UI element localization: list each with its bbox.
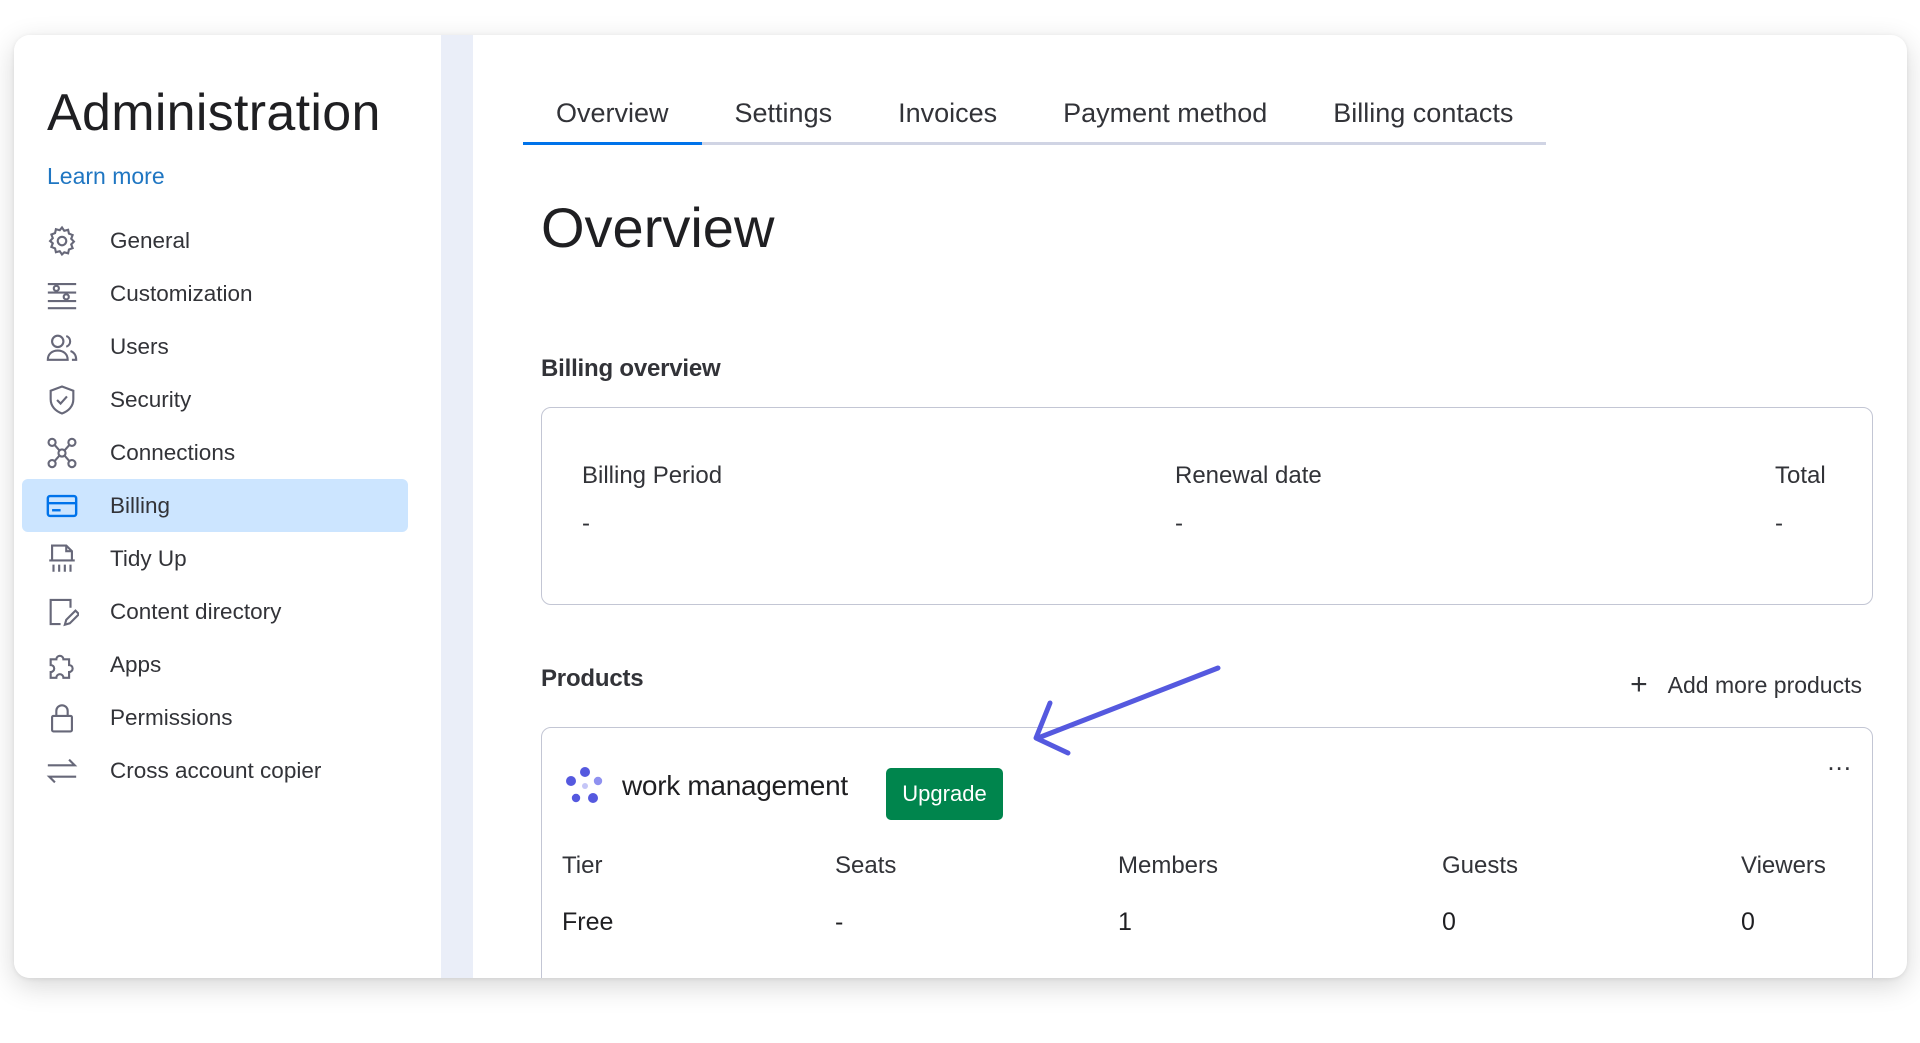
sidebar: Administration Learn more General Custom…: [14, 35, 441, 978]
sidebar-item-cross-account-copier[interactable]: Cross account copier: [22, 744, 408, 797]
main-content: Overview Settings Invoices Payment metho…: [473, 35, 1907, 978]
sidebar-item-label: Cross account copier: [110, 757, 322, 783]
renewal-date-label: Renewal date: [1175, 462, 1322, 489]
tab-settings[interactable]: Settings: [702, 85, 866, 142]
billing-period-column: Billing Period -: [582, 462, 722, 538]
sidebar-item-permissions[interactable]: Permissions: [22, 691, 408, 744]
renewal-date-value: -: [1175, 510, 1183, 537]
total-label: Total: [1775, 462, 1826, 489]
product-card: work management Upgrade ... Tier Free Se…: [541, 727, 1873, 978]
sidebar-item-label: Customization: [110, 280, 253, 306]
sidebar-title: Administration: [47, 84, 381, 142]
sidebar-item-apps[interactable]: Apps: [22, 638, 408, 691]
viewers-value: 0: [1741, 908, 1755, 936]
sidebar-item-label: Tidy Up: [110, 545, 187, 571]
products-title: Products: [541, 665, 644, 692]
sidebar-item-label: Users: [110, 333, 169, 359]
page-title: Overview: [541, 196, 775, 259]
tier-label: Tier: [562, 852, 603, 879]
seats-column: Seats -: [835, 852, 896, 937]
billing-overview-title: Billing overview: [541, 355, 721, 382]
billing-overview-card: Billing Period - Renewal date - Total -: [541, 407, 1873, 605]
billing-period-label: Billing Period: [582, 462, 723, 489]
tab-billing-contacts[interactable]: Billing contacts: [1300, 85, 1546, 142]
renewal-date-column: Renewal date -: [1175, 462, 1322, 538]
add-more-products-label: Add more products: [1667, 671, 1862, 698]
guests-value: 0: [1442, 908, 1456, 936]
viewers-column: Viewers 0: [1741, 852, 1826, 937]
tab-payment-method[interactable]: Payment method: [1030, 85, 1300, 142]
viewers-label: Viewers: [1741, 852, 1826, 879]
tab-overview[interactable]: Overview: [523, 85, 702, 145]
shield-icon: [44, 382, 80, 418]
sidebar-item-label: Permissions: [110, 704, 233, 730]
admin-window: Administration Learn more General Custom…: [14, 35, 1907, 978]
sliders-icon: [44, 276, 80, 312]
sidebar-item-customization[interactable]: Customization: [22, 267, 408, 320]
sidebar-item-general[interactable]: General: [22, 214, 408, 267]
members-column: Members 1: [1118, 852, 1218, 937]
tier-value: Free: [562, 908, 614, 936]
tab-bar: Overview Settings Invoices Payment metho…: [523, 85, 1547, 145]
admin-nav: General Customization Users Security Con…: [22, 214, 408, 797]
more-options-icon[interactable]: ...: [1827, 746, 1852, 777]
gear-icon: [44, 223, 80, 259]
sidebar-item-label: Billing: [110, 492, 171, 518]
sidebar-divider: [441, 35, 473, 978]
sidebar-item-content-directory[interactable]: Content directory: [22, 585, 408, 638]
transfer-arrows-icon: [44, 753, 80, 789]
plus-icon: +: [1630, 668, 1648, 701]
work-management-logo-icon: [566, 767, 603, 803]
connections-icon: [44, 435, 80, 471]
credit-card-icon: [44, 488, 80, 524]
tier-column: Tier Free: [562, 852, 613, 937]
sidebar-item-label: Security: [110, 386, 192, 412]
sidebar-item-label: General: [110, 227, 191, 253]
tab-invoices[interactable]: Invoices: [865, 85, 1030, 142]
members-label: Members: [1118, 852, 1219, 879]
seats-label: Seats: [835, 852, 897, 879]
members-value: 1: [1118, 908, 1132, 936]
content-directory-icon: [44, 594, 80, 630]
guests-column: Guests 0: [1442, 852, 1518, 937]
sidebar-item-users[interactable]: Users: [22, 320, 408, 373]
sidebar-item-label: Connections: [110, 439, 236, 465]
add-more-products-button[interactable]: + Add more products: [1630, 670, 1862, 700]
sidebar-item-security[interactable]: Security: [22, 373, 408, 426]
upgrade-button[interactable]: Upgrade: [886, 768, 1003, 820]
shredder-icon: [44, 541, 80, 577]
sidebar-item-connections[interactable]: Connections: [22, 426, 408, 479]
lock-icon: [44, 700, 80, 736]
total-column: Total -: [1775, 462, 1826, 538]
sidebar-item-billing[interactable]: Billing: [22, 479, 408, 532]
sidebar-item-label: Content directory: [110, 598, 282, 624]
learn-more-link[interactable]: Learn more: [47, 163, 165, 190]
puzzle-icon: [44, 647, 80, 683]
seats-value: -: [835, 908, 844, 936]
product-name: work management: [622, 770, 848, 801]
guests-label: Guests: [1442, 852, 1519, 879]
sidebar-item-tidy-up[interactable]: Tidy Up: [22, 532, 408, 585]
users-icon: [44, 329, 80, 365]
sidebar-item-label: Apps: [110, 651, 162, 677]
total-value: -: [1775, 510, 1783, 537]
billing-period-value: -: [582, 510, 590, 537]
